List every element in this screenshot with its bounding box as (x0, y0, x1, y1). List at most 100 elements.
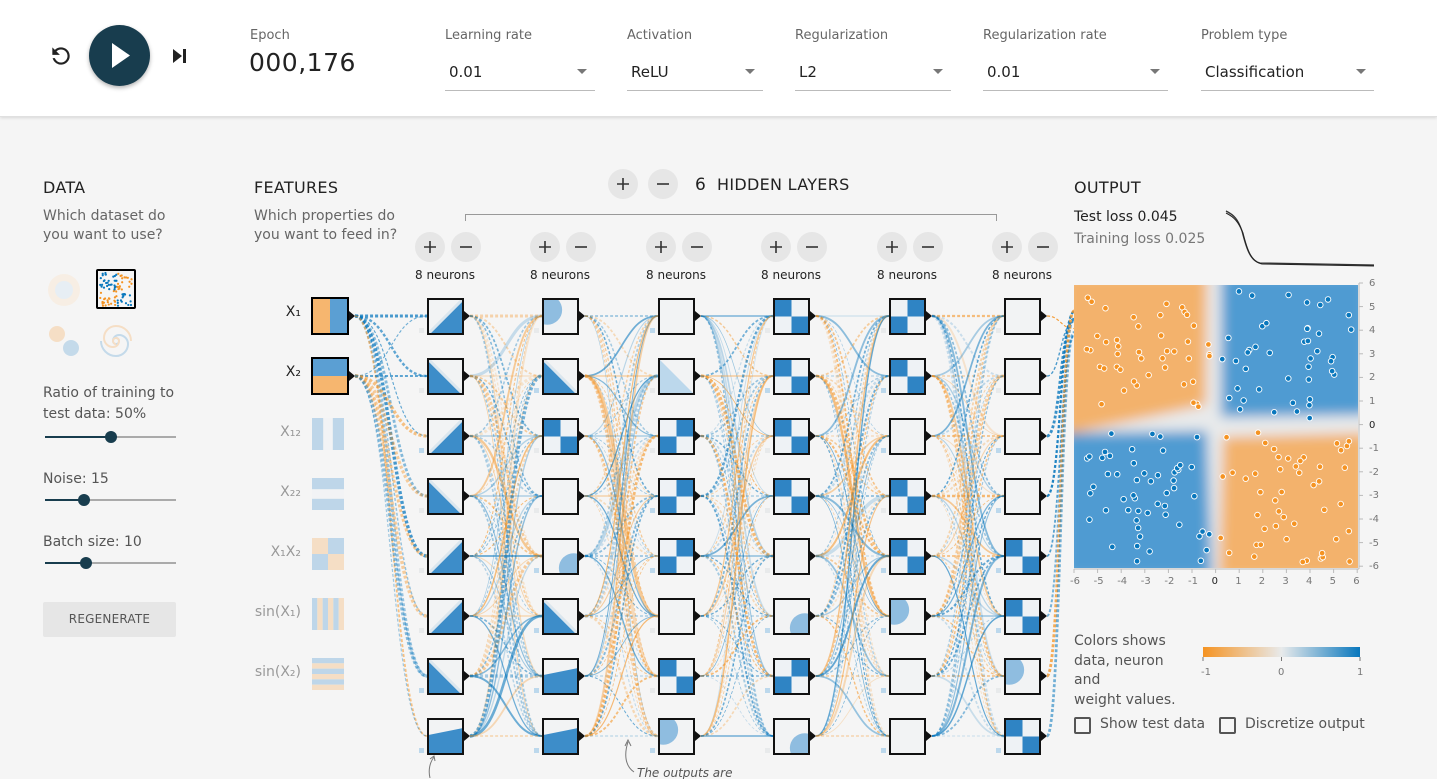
weight-link[interactable] (700, 615, 774, 677)
weight-link[interactable] (584, 375, 659, 497)
weight-link[interactable] (469, 555, 543, 737)
weight-link[interactable] (815, 435, 890, 677)
weight-link[interactable] (469, 315, 543, 437)
weight-link[interactable] (354, 314, 428, 498)
weight-link[interactable] (931, 315, 1005, 437)
weight-link[interactable] (469, 315, 543, 557)
weight-link[interactable] (931, 495, 1005, 557)
weight-link[interactable] (815, 315, 890, 437)
weight-link[interactable] (815, 315, 890, 377)
weight-link[interactable] (469, 315, 543, 677)
weight-link[interactable] (931, 315, 1005, 497)
weight-link[interactable] (354, 375, 428, 737)
weight-link[interactable] (469, 315, 543, 617)
weight-link[interactable] (584, 495, 659, 557)
weight-link[interactable] (931, 555, 1005, 737)
weight-link[interactable] (700, 675, 774, 737)
weight-link[interactable] (584, 435, 659, 737)
weight-link[interactable] (584, 435, 659, 617)
weight-link[interactable] (931, 315, 1005, 437)
weight-link[interactable] (584, 375, 659, 437)
weight-link[interactable] (815, 494, 890, 558)
weight-link[interactable] (931, 435, 1005, 737)
weight-link[interactable] (700, 375, 774, 617)
weight-link[interactable] (469, 495, 543, 737)
weight-link[interactable] (584, 375, 659, 737)
neuron[interactable] (542, 298, 579, 335)
bias-marker[interactable] (650, 448, 655, 453)
weight-link[interactable] (700, 315, 774, 677)
weight-link[interactable] (700, 435, 774, 617)
add-neuron-button[interactable] (761, 232, 791, 262)
weight-link[interactable] (931, 495, 1005, 677)
weight-link[interactable] (931, 375, 1005, 497)
weight-link[interactable] (700, 495, 774, 557)
weight-link[interactable] (700, 435, 774, 557)
neuron[interactable] (889, 658, 926, 695)
weight-link[interactable] (354, 314, 428, 678)
weight-link[interactable] (469, 375, 543, 497)
neuron[interactable] (773, 298, 810, 335)
bias-marker[interactable] (419, 448, 424, 453)
weight-link[interactable] (815, 375, 890, 497)
weight-link[interactable] (815, 375, 890, 737)
weight-link[interactable] (815, 495, 890, 677)
bias-marker[interactable] (881, 748, 886, 753)
neuron[interactable] (658, 658, 695, 695)
weight-link[interactable] (469, 554, 543, 678)
weight-link[interactable] (700, 495, 774, 677)
weight-link[interactable] (469, 555, 543, 617)
weight-link[interactable] (815, 315, 890, 617)
weight-link[interactable] (931, 495, 1005, 617)
weight-link[interactable] (931, 435, 1005, 617)
weight-link[interactable] (354, 315, 428, 437)
weight-link[interactable] (584, 435, 659, 677)
weight-link[interactable] (931, 555, 1005, 617)
weight-link[interactable] (931, 615, 1005, 677)
weight-link[interactable] (584, 675, 659, 737)
weight-link[interactable] (1046, 335, 1075, 557)
weight-link[interactable] (815, 315, 890, 497)
neuron[interactable] (889, 478, 926, 515)
weight-link[interactable] (584, 374, 659, 618)
weight-link[interactable] (469, 435, 543, 737)
bias-marker[interactable] (765, 448, 770, 453)
weight-link[interactable] (584, 315, 659, 437)
weight-link[interactable] (700, 315, 774, 737)
feature-toggle[interactable] (312, 478, 344, 510)
weight-link[interactable] (931, 435, 1005, 557)
regularization-rate-select[interactable]: 0.01 (983, 58, 1168, 91)
weight-link[interactable] (931, 435, 1005, 677)
weight-link[interactable] (584, 495, 659, 677)
weight-link[interactable] (700, 375, 774, 437)
weight-link[interactable] (700, 375, 774, 437)
weight-link[interactable] (469, 315, 543, 617)
bias-marker[interactable] (996, 568, 1001, 573)
weight-link[interactable] (931, 554, 1005, 618)
bias-marker[interactable] (996, 448, 1001, 453)
neuron[interactable] (427, 718, 464, 755)
step-forward-icon[interactable] (168, 44, 192, 68)
weight-link[interactable] (931, 435, 1005, 737)
weight-link[interactable] (931, 314, 1005, 738)
weight-link[interactable] (354, 315, 428, 737)
feature-toggle[interactable] (311, 357, 349, 395)
weight-link[interactable] (815, 374, 890, 618)
weight-link[interactable] (931, 435, 1005, 497)
bias-marker[interactable] (881, 388, 886, 393)
weight-link[interactable] (815, 375, 890, 437)
weight-link[interactable] (584, 495, 659, 557)
weight-link[interactable] (700, 375, 774, 617)
weight-link[interactable] (354, 315, 428, 617)
problem-type-select[interactable]: Classification (1201, 58, 1374, 91)
weight-link[interactable] (584, 315, 659, 677)
weight-link[interactable] (700, 374, 774, 558)
weight-link[interactable] (931, 315, 1005, 617)
neuron[interactable] (658, 358, 695, 395)
weight-link[interactable] (469, 555, 543, 737)
bias-marker[interactable] (650, 328, 655, 333)
weight-link[interactable] (584, 435, 659, 677)
weight-link[interactable] (584, 555, 659, 677)
weight-link[interactable] (469, 615, 543, 677)
weight-link[interactable] (584, 615, 659, 737)
